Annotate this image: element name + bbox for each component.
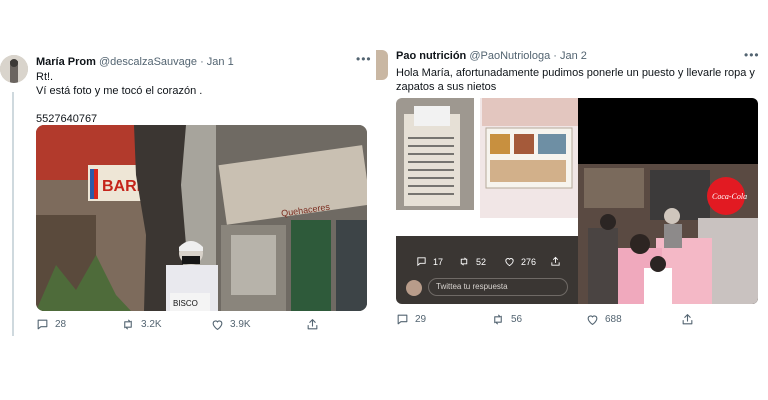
retweet-count: 3.2K: [141, 319, 162, 330]
author-name[interactable]: María Prom: [36, 56, 96, 68]
phone-number: 5527640767: [36, 113, 98, 125]
barber-sign-text: BARI: [102, 178, 141, 195]
like-count: 688: [605, 314, 622, 325]
reply-count: 29: [415, 314, 427, 325]
reply-count: 28: [55, 319, 67, 330]
thread-line: [12, 92, 14, 336]
share-button[interactable]: [681, 313, 694, 326]
retweet-button[interactable]: 56: [491, 313, 586, 326]
author-handle[interactable]: @PaoNutriologa: [469, 50, 550, 62]
coca-cola-logo-text: Coca-Cola: [712, 192, 747, 201]
heart-icon: [586, 313, 599, 326]
tweet-date[interactable]: · Jan 1: [200, 56, 234, 68]
retweet-icon: [458, 256, 470, 267]
like-button[interactable]: 3.9K: [211, 318, 306, 331]
tweet-date[interactable]: · Jan 2: [553, 50, 587, 62]
avatar[interactable]: [376, 50, 388, 80]
tweet-text-line-1: Rt!.: [36, 71, 54, 83]
avatar[interactable]: [0, 55, 28, 83]
street-scene-image: BARI Quehaceres BISCO: [36, 125, 367, 311]
author-name[interactable]: Pao nutrición: [396, 50, 466, 62]
embedded-retweet-button: 52: [458, 256, 504, 267]
like-button[interactable]: 688: [586, 313, 681, 326]
retweet-icon: [121, 318, 135, 331]
like-count: 3.9K: [230, 319, 251, 330]
more-options-icon[interactable]: •••: [744, 48, 760, 62]
embedded-retweet-count: 52: [476, 256, 487, 267]
retweet-icon: [491, 313, 505, 326]
more-options-icon[interactable]: •••: [356, 52, 372, 66]
reply-button[interactable]: 29: [396, 313, 491, 326]
card-sign-text: BISCO: [173, 299, 198, 308]
embedded-reply-count: 17: [433, 256, 444, 267]
share-icon: [550, 256, 561, 267]
retweet-button[interactable]: 3.2K: [121, 318, 211, 331]
embedded-photos: [396, 98, 578, 218]
share-icon: [306, 318, 319, 331]
embedded-like-button: 276: [504, 256, 550, 267]
avatar-image: [0, 55, 28, 83]
tweet-text-line-2: Ví está foto y me tocó el corazón .: [36, 85, 203, 97]
share-button[interactable]: [306, 318, 319, 331]
tweet-text-line-2: zapatos a sus nietos: [396, 81, 497, 93]
reply-icon: [396, 313, 409, 326]
family-stall-image: Coca-Cola: [578, 98, 758, 304]
embedded-share-button: [550, 256, 561, 267]
reply-icon: [36, 318, 49, 331]
heart-icon: [211, 318, 224, 331]
reply-button[interactable]: 28: [36, 318, 121, 331]
author-handle[interactable]: @descalzaSauvage: [99, 56, 197, 68]
reply-icon: [416, 256, 427, 267]
embedded-reply-button: 17: [416, 256, 458, 267]
tweet-photo[interactable]: BARI Quehaceres BISCO: [36, 125, 367, 311]
embedded-avatar: [406, 280, 422, 296]
embedded-tweet-screenshot[interactable]: 17 52 276 Twittea tu respuesta: [396, 98, 578, 304]
embedded-reply-placeholder: Twittea tu respuesta: [436, 282, 508, 291]
tweet-pao-nutricion[interactable]: Pao nutrición @PaoNutriologa · Jan 2 •••…: [376, 44, 768, 334]
tweet-text-line-1: Hola María, afortunadamente pudimos pone…: [396, 67, 755, 79]
retweet-count: 56: [511, 314, 523, 325]
share-icon: [681, 313, 694, 326]
embedded-like-count: 276: [521, 256, 537, 267]
heart-icon: [504, 256, 515, 267]
tweet-maria-prom[interactable]: María Prom @descalzaSauvage · Jan 1 ••• …: [0, 48, 378, 340]
tweet-photo-family[interactable]: Coca-Cola: [578, 98, 758, 304]
